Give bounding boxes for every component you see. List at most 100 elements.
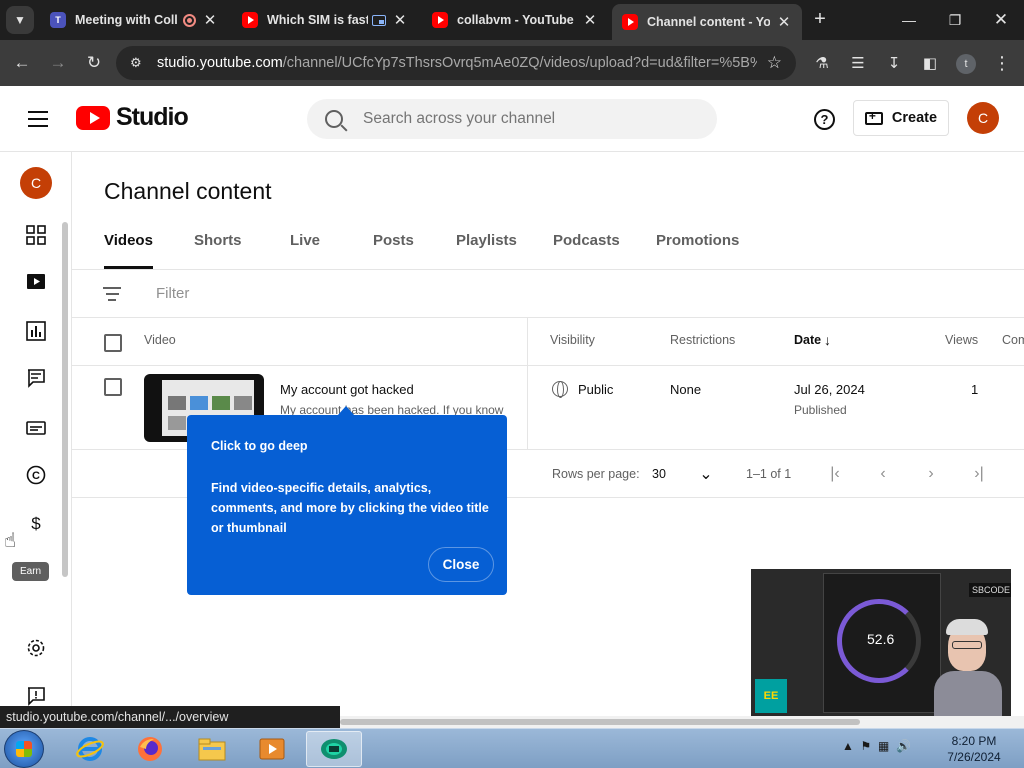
search-input[interactable] bbox=[363, 110, 693, 128]
column-header-video: Video bbox=[144, 333, 176, 347]
tab-podcasts[interactable]: Podcasts bbox=[553, 232, 620, 269]
start-button-icon[interactable] bbox=[4, 730, 44, 768]
column-header-restrictions[interactable]: Restrictions bbox=[670, 333, 735, 347]
file-explorer-icon[interactable] bbox=[184, 731, 240, 767]
back-icon[interactable]: ← bbox=[8, 49, 36, 77]
tab-shorts[interactable]: Shorts bbox=[194, 232, 242, 269]
earn-tooltip: Earn bbox=[12, 562, 50, 581]
channel-avatar[interactable]: C bbox=[20, 167, 52, 199]
dashboard-icon[interactable] bbox=[24, 223, 48, 247]
copyright-icon[interactable]: C bbox=[24, 463, 48, 487]
browser-tab-collabvm[interactable]: collabvm - YouTube ✕ bbox=[422, 4, 608, 36]
visibility-value[interactable]: Public bbox=[578, 382, 613, 397]
send-feedback-icon[interactable] bbox=[24, 684, 48, 708]
teams-icon: T bbox=[50, 12, 66, 28]
presenter-webcam bbox=[934, 617, 1002, 716]
globe-icon bbox=[552, 381, 568, 398]
address-bar[interactable]: ⚙ studio.youtube.com/channel/UCfcYp7sThs… bbox=[116, 46, 796, 80]
row-checkbox[interactable] bbox=[104, 378, 122, 396]
chevron-down-icon[interactable]: ⌄ bbox=[694, 462, 718, 486]
create-button[interactable]: Create bbox=[853, 100, 949, 136]
browser-profile-avatar[interactable]: t bbox=[956, 54, 976, 74]
sort-down-arrow-icon[interactable]: ↓ bbox=[824, 332, 831, 348]
create-video-icon bbox=[864, 109, 883, 125]
tooltip-title: Click to go deep bbox=[211, 439, 308, 453]
studio-header: Studio ? Create C bbox=[0, 86, 1024, 152]
new-tab-icon[interactable]: + bbox=[808, 8, 832, 32]
settings-gear-icon[interactable] bbox=[24, 636, 48, 660]
meeting-app-icon[interactable] bbox=[306, 731, 362, 767]
browser-tab-channel-content[interactable]: Channel content - YouT ✕ bbox=[612, 4, 802, 40]
filter-icon[interactable] bbox=[103, 287, 121, 301]
close-tab-icon[interactable]: ✕ bbox=[392, 11, 408, 29]
search-icon[interactable] bbox=[325, 110, 343, 128]
restrictions-value: None bbox=[670, 382, 702, 397]
windows-taskbar: ▲ ⚑ ▦ 🔊 8:20 PM 7/26/2024 bbox=[0, 728, 1024, 768]
analytics-icon[interactable] bbox=[24, 319, 48, 343]
column-header-visibility[interactable]: Visibility bbox=[550, 333, 595, 347]
earn-dollar-icon[interactable]: $ bbox=[24, 511, 48, 535]
download-icon[interactable]: ↧ bbox=[880, 49, 908, 77]
forward-icon[interactable]: → bbox=[44, 49, 72, 77]
studio-brand[interactable]: Studio bbox=[116, 103, 189, 132]
first-page-icon[interactable]: |‹ bbox=[823, 462, 847, 486]
rows-per-page-select[interactable]: 30 bbox=[652, 467, 666, 481]
browser-menu-icon[interactable]: ⋮ bbox=[988, 49, 1016, 77]
column-separator bbox=[527, 318, 528, 450]
youtube-logo-icon[interactable] bbox=[76, 106, 110, 130]
taskbar-clock[interactable]: 8:20 PM 7/26/2024 bbox=[934, 733, 1014, 765]
speed-value: 52.6 bbox=[867, 631, 895, 647]
filter-input[interactable]: Filter bbox=[156, 285, 189, 302]
firefox-icon[interactable] bbox=[122, 731, 178, 767]
column-header-date[interactable]: Date bbox=[794, 333, 821, 347]
tab-title: collabvm - YouTube bbox=[457, 13, 574, 27]
hamburger-menu-icon[interactable] bbox=[28, 111, 48, 127]
close-tab-icon[interactable]: ✕ bbox=[776, 13, 792, 31]
subtitles-icon[interactable] bbox=[24, 416, 48, 440]
picture-in-picture-icon bbox=[372, 14, 386, 26]
reload-icon[interactable]: ↻ bbox=[80, 49, 108, 77]
restore-icon[interactable]: ❐ bbox=[932, 0, 978, 40]
tab-promotions[interactable]: Promotions bbox=[656, 232, 739, 269]
rail-scrollbar[interactable] bbox=[62, 222, 68, 577]
close-window-icon[interactable]: ✕ bbox=[978, 0, 1024, 40]
bookmark-star-icon[interactable]: ☆ bbox=[767, 53, 782, 73]
account-avatar[interactable]: C bbox=[967, 102, 999, 134]
select-all-checkbox[interactable] bbox=[104, 334, 122, 352]
close-tab-icon[interactable]: ✕ bbox=[202, 11, 218, 29]
system-tray-icons[interactable]: ▲ ⚑ ▦ 🔊 bbox=[842, 739, 911, 753]
tab-playlists[interactable]: Playlists bbox=[456, 232, 517, 269]
internet-explorer-icon[interactable] bbox=[62, 731, 118, 767]
tab-search-menu-icon[interactable]: ▼ bbox=[6, 6, 34, 34]
browser-tab-meeting[interactable]: T Meeting with Coll ✕ bbox=[40, 4, 228, 36]
tab-title: Which SIM is fastes bbox=[267, 13, 368, 27]
tooltip-body: Find video-specific details, analytics, … bbox=[211, 481, 489, 535]
tab-posts[interactable]: Posts bbox=[373, 232, 414, 269]
tooltip-close-button[interactable]: Close bbox=[428, 547, 494, 582]
column-header-views[interactable]: Views bbox=[945, 333, 978, 347]
header-divider bbox=[72, 365, 1024, 366]
column-header-comments[interactable]: Com bbox=[1002, 333, 1024, 347]
site-settings-icon[interactable]: ⚙ bbox=[130, 55, 150, 71]
previous-page-icon[interactable]: ‹ bbox=[871, 462, 895, 486]
last-page-icon[interactable]: ›| bbox=[967, 462, 991, 486]
channel-search[interactable] bbox=[307, 99, 717, 139]
labs-flask-icon[interactable]: ⚗ bbox=[808, 49, 836, 77]
next-page-icon[interactable]: › bbox=[919, 462, 943, 486]
help-icon[interactable]: ? bbox=[814, 109, 835, 130]
media-queue-icon[interactable]: ☰ bbox=[844, 49, 872, 77]
side-panel-icon[interactable]: ◧ bbox=[916, 49, 944, 77]
media-player-icon[interactable] bbox=[244, 731, 300, 767]
tab-videos[interactable]: Videos bbox=[104, 232, 153, 269]
go-deep-tooltip: Click to go deep Find video-specific det… bbox=[187, 406, 507, 595]
create-label: Create bbox=[891, 110, 938, 126]
tab-live[interactable]: Live bbox=[290, 232, 320, 269]
content-icon[interactable] bbox=[24, 270, 48, 294]
minimize-icon[interactable]: — bbox=[886, 0, 932, 40]
status-url-bar: studio.youtube.com/channel/.../overview bbox=[0, 706, 340, 728]
horizontal-scrollbar[interactable] bbox=[340, 716, 1024, 728]
comments-icon[interactable] bbox=[24, 366, 48, 390]
browser-tab-which-sim[interactable]: Which SIM is fastes ✕ bbox=[232, 4, 418, 36]
video-title[interactable]: My account got hacked bbox=[280, 382, 414, 397]
close-tab-icon[interactable]: ✕ bbox=[582, 11, 598, 29]
